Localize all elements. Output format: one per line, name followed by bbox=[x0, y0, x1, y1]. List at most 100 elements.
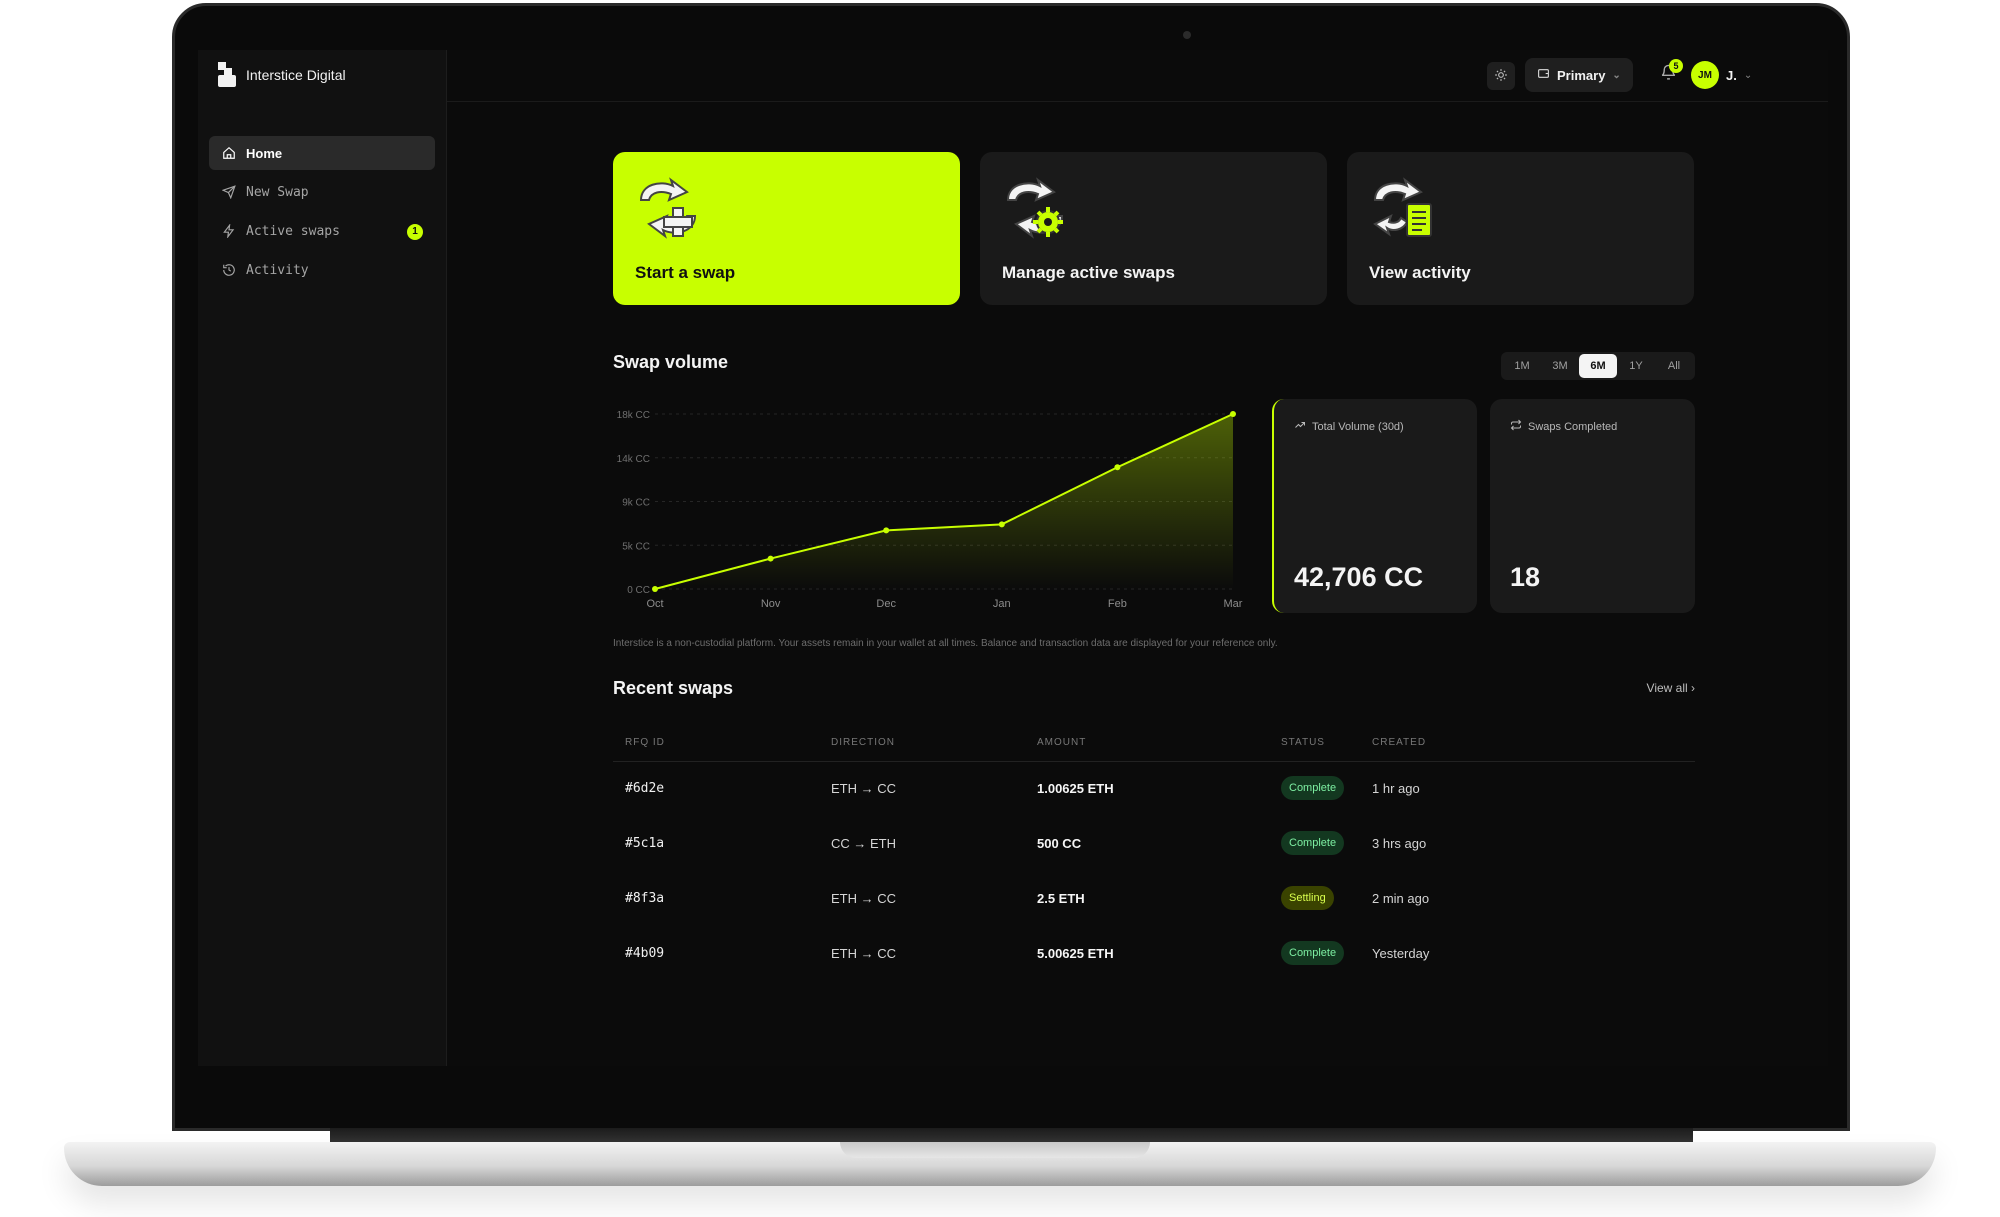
column-created: CREATED bbox=[1372, 737, 1427, 748]
rfq-id[interactable]: #8f3a bbox=[625, 891, 664, 906]
y-tick-label: 0 CC bbox=[627, 585, 650, 596]
notification-count-badge: 5 bbox=[1669, 59, 1683, 73]
swap-document-icon bbox=[1367, 172, 1439, 244]
data-point[interactable] bbox=[883, 527, 890, 534]
table-row[interactable]: #5c1a CC → ETH 500 CC Complete 3 hrs ago bbox=[613, 817, 1695, 872]
range-tabs: 1M 3M 6M 1Y All bbox=[1501, 352, 1695, 380]
history-icon bbox=[221, 263, 236, 278]
sidebar-item-label: Active swaps bbox=[246, 223, 340, 239]
data-point[interactable] bbox=[1230, 411, 1236, 417]
start-swap-label: Start a swap bbox=[635, 263, 736, 282]
stat-header: Total Volume (30d) bbox=[1294, 419, 1404, 434]
notifications-button[interactable]: 5 bbox=[1653, 59, 1683, 90]
direction: ETH → CC bbox=[831, 781, 896, 796]
data-point[interactable] bbox=[767, 555, 774, 562]
recent-swaps-title: Recent swaps bbox=[613, 678, 734, 698]
recent-swaps-table: RFQ ID DIRECTION AMOUNT STATUS CREATED #… bbox=[613, 724, 1695, 982]
swap-plus-icon bbox=[633, 172, 705, 244]
range-tab-3m[interactable]: 3M bbox=[1541, 354, 1579, 378]
sidebar-nav: Home New Swap Active swaps 1 Activity bbox=[209, 136, 435, 292]
total-volume-value: 42,706 CC bbox=[1294, 562, 1424, 592]
main-content: Start a swap Manage active swaps View ac… bbox=[613, 152, 1695, 965]
table-row[interactable]: #6d2e ETH → CC 1.00625 ETH Complete 1 hr ago bbox=[613, 762, 1695, 817]
manage-swaps-card[interactable]: Manage active swaps bbox=[980, 152, 1327, 305]
column-status: STATUS bbox=[1281, 737, 1325, 748]
avatar: JM bbox=[1691, 61, 1719, 89]
active-swaps-badge: 1 bbox=[407, 224, 423, 240]
stat-label: Total Volume (30d) bbox=[1312, 420, 1404, 433]
swap-volume-chart: 18k CC 14k CC 9k CC 5k CC 0 CC Oct Nov Dec Jan Fe… bbox=[617, 410, 1243, 610]
account-selector[interactable]: Primary ⌄ bbox=[1525, 58, 1633, 92]
recent-swaps-header: Recent swaps View all › bbox=[613, 678, 1695, 708]
view-all-link[interactable]: View all › bbox=[1647, 681, 1695, 695]
direction: ETH → CC bbox=[831, 946, 896, 961]
disclaimer-text: Interstice is a non-custodial platform. … bbox=[613, 638, 1278, 649]
rfq-id[interactable]: #4b09 bbox=[625, 946, 664, 961]
x-tick-label: Feb bbox=[1108, 598, 1127, 610]
sidebar-item-label: Home bbox=[246, 145, 283, 161]
sidebar-item-active-swaps[interactable]: Active swaps 1 bbox=[209, 214, 435, 248]
amount: 500 CC bbox=[1037, 836, 1082, 851]
camera-icon bbox=[1183, 31, 1191, 39]
view-activity-card[interactable]: View activity bbox=[1347, 152, 1694, 305]
chevron-down-icon: ⌄ bbox=[1612, 69, 1621, 81]
sidebar-item-new-swap[interactable]: New Swap bbox=[209, 175, 435, 209]
sidebar: Interstice Digital Home New Swap Active … bbox=[198, 50, 447, 1066]
rfq-id[interactable]: #5c1a bbox=[625, 836, 664, 851]
table-header: RFQ ID DIRECTION AMOUNT STATUS CREATED bbox=[613, 724, 1695, 762]
laptop-notch bbox=[840, 1142, 1150, 1158]
direction: CC → ETH bbox=[831, 836, 896, 851]
range-tab-6m[interactable]: 6M bbox=[1579, 354, 1617, 378]
created: 2 min ago bbox=[1372, 891, 1430, 906]
theme-toggle-button[interactable] bbox=[1487, 62, 1515, 90]
home-icon bbox=[221, 146, 236, 161]
swaps-completed-card: Swaps Completed 18 bbox=[1490, 399, 1695, 613]
data-point[interactable] bbox=[1114, 464, 1121, 471]
stat-label: Swaps Completed bbox=[1528, 420, 1618, 433]
created: Yesterday bbox=[1372, 946, 1430, 961]
chevron-down-icon: ⌄ bbox=[1743, 69, 1753, 81]
direction: ETH → CC bbox=[831, 891, 896, 906]
y-tick-label: 5k CC bbox=[622, 541, 650, 552]
status-badge: Complete bbox=[1281, 941, 1345, 965]
created: 1 hr ago bbox=[1372, 781, 1420, 796]
range-tab-1y[interactable]: 1Y bbox=[1617, 354, 1655, 378]
sidebar-item-label: New Swap bbox=[246, 184, 309, 200]
sidebar-item-label: Activity bbox=[246, 262, 309, 278]
column-amount: AMOUNT bbox=[1037, 737, 1087, 748]
x-tick-label: Jan bbox=[993, 598, 1011, 610]
sun-icon bbox=[1494, 68, 1508, 85]
range-tab-all[interactable]: All bbox=[1655, 354, 1693, 378]
quick-actions: Start a swap Manage active swaps View ac… bbox=[613, 152, 1695, 305]
data-point[interactable] bbox=[652, 586, 658, 592]
sidebar-item-home[interactable]: Home bbox=[209, 136, 435, 170]
rfq-id[interactable]: #6d2e bbox=[625, 781, 664, 796]
account-name: Primary bbox=[1557, 67, 1606, 83]
status-badge: Complete bbox=[1281, 776, 1345, 800]
range-tab-1m[interactable]: 1M bbox=[1503, 354, 1541, 378]
status-badge: Complete bbox=[1281, 831, 1345, 855]
column-rfq-id: RFQ ID bbox=[625, 737, 665, 748]
data-point[interactable] bbox=[998, 521, 1005, 528]
bolt-icon bbox=[221, 224, 236, 239]
start-swap-card[interactable]: Start a swap bbox=[613, 152, 960, 305]
view-activity-label: View activity bbox=[1369, 263, 1471, 282]
brand-logo-icon bbox=[218, 62, 240, 88]
amount: 2.5 ETH bbox=[1037, 891, 1085, 906]
swap-gear-icon bbox=[1000, 172, 1072, 244]
user-menu[interactable]: JM J. ⌄ bbox=[1691, 60, 1752, 90]
topbar: Primary ⌄ 5 JM J. ⌄ bbox=[447, 50, 1828, 102]
table-row[interactable]: #4b09 ETH → CC 5.00625 ETH Complete Yesterda… bbox=[613, 927, 1695, 982]
total-volume-card: Total Volume (30d) 42,706 CC bbox=[1272, 399, 1477, 613]
table-row[interactable]: #8f3a ETH → CC 2.5 ETH Settling 2 min ago bbox=[613, 872, 1695, 927]
y-tick-label: 9k CC bbox=[622, 498, 650, 509]
y-tick-label: 18k CC bbox=[617, 410, 650, 421]
wallet-icon bbox=[1537, 67, 1550, 83]
status-badge: Settling bbox=[1281, 886, 1334, 910]
x-tick-label: Oct bbox=[646, 598, 663, 610]
brand[interactable]: Interstice Digital bbox=[218, 62, 346, 88]
sidebar-item-activity[interactable]: Activity bbox=[209, 253, 435, 287]
amount: 5.00625 ETH bbox=[1037, 946, 1114, 961]
trend-up-icon bbox=[1294, 419, 1306, 434]
table-body: #6d2e ETH → CC 1.00625 ETH Complete 1 hr ago… bbox=[613, 762, 1695, 982]
